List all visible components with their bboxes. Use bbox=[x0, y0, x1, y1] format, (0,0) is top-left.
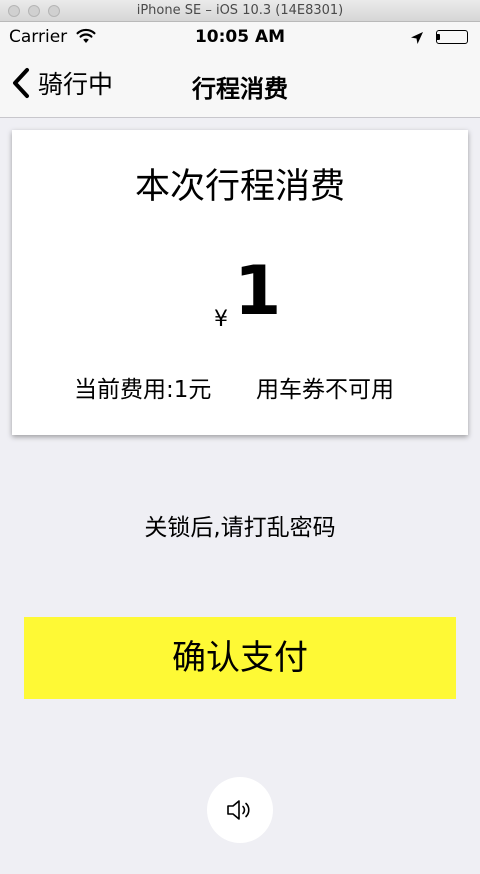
navigation-bar: 骑行中 行程消费 bbox=[0, 52, 480, 118]
card-title: 本次行程消费 bbox=[134, 167, 345, 207]
confirm-payment-button[interactable]: 确认支付 bbox=[24, 617, 456, 699]
page-title: 行程消费 bbox=[192, 75, 288, 103]
currency-symbol: ¥ bbox=[214, 307, 228, 332]
current-fee-text: 当前费用:1元 bbox=[74, 377, 212, 403]
trip-cost-card: 本次行程消费 ¥ 1 当前费用:1元 用车券不可用 bbox=[12, 130, 468, 435]
window-title: iPhone SE – iOS 10.3 (14E8301) bbox=[136, 3, 344, 18]
lock-tip-text: 关锁后,请打乱密码 bbox=[144, 515, 336, 541]
location-arrow-icon bbox=[410, 30, 424, 49]
status-time: 10:05 AM bbox=[194, 27, 286, 47]
speaker-icon bbox=[227, 800, 250, 820]
amount-value: 1 bbox=[234, 252, 282, 331]
coupon-status-text: 用车券不可用 bbox=[256, 377, 394, 403]
status-bar: Carrier 10:05 AM bbox=[0, 22, 480, 52]
speaker-button[interactable] bbox=[207, 777, 273, 843]
simulator-title-bar: iPhone SE – iOS 10.3 (14E8301) bbox=[0, 0, 480, 22]
battery-icon bbox=[436, 30, 468, 44]
